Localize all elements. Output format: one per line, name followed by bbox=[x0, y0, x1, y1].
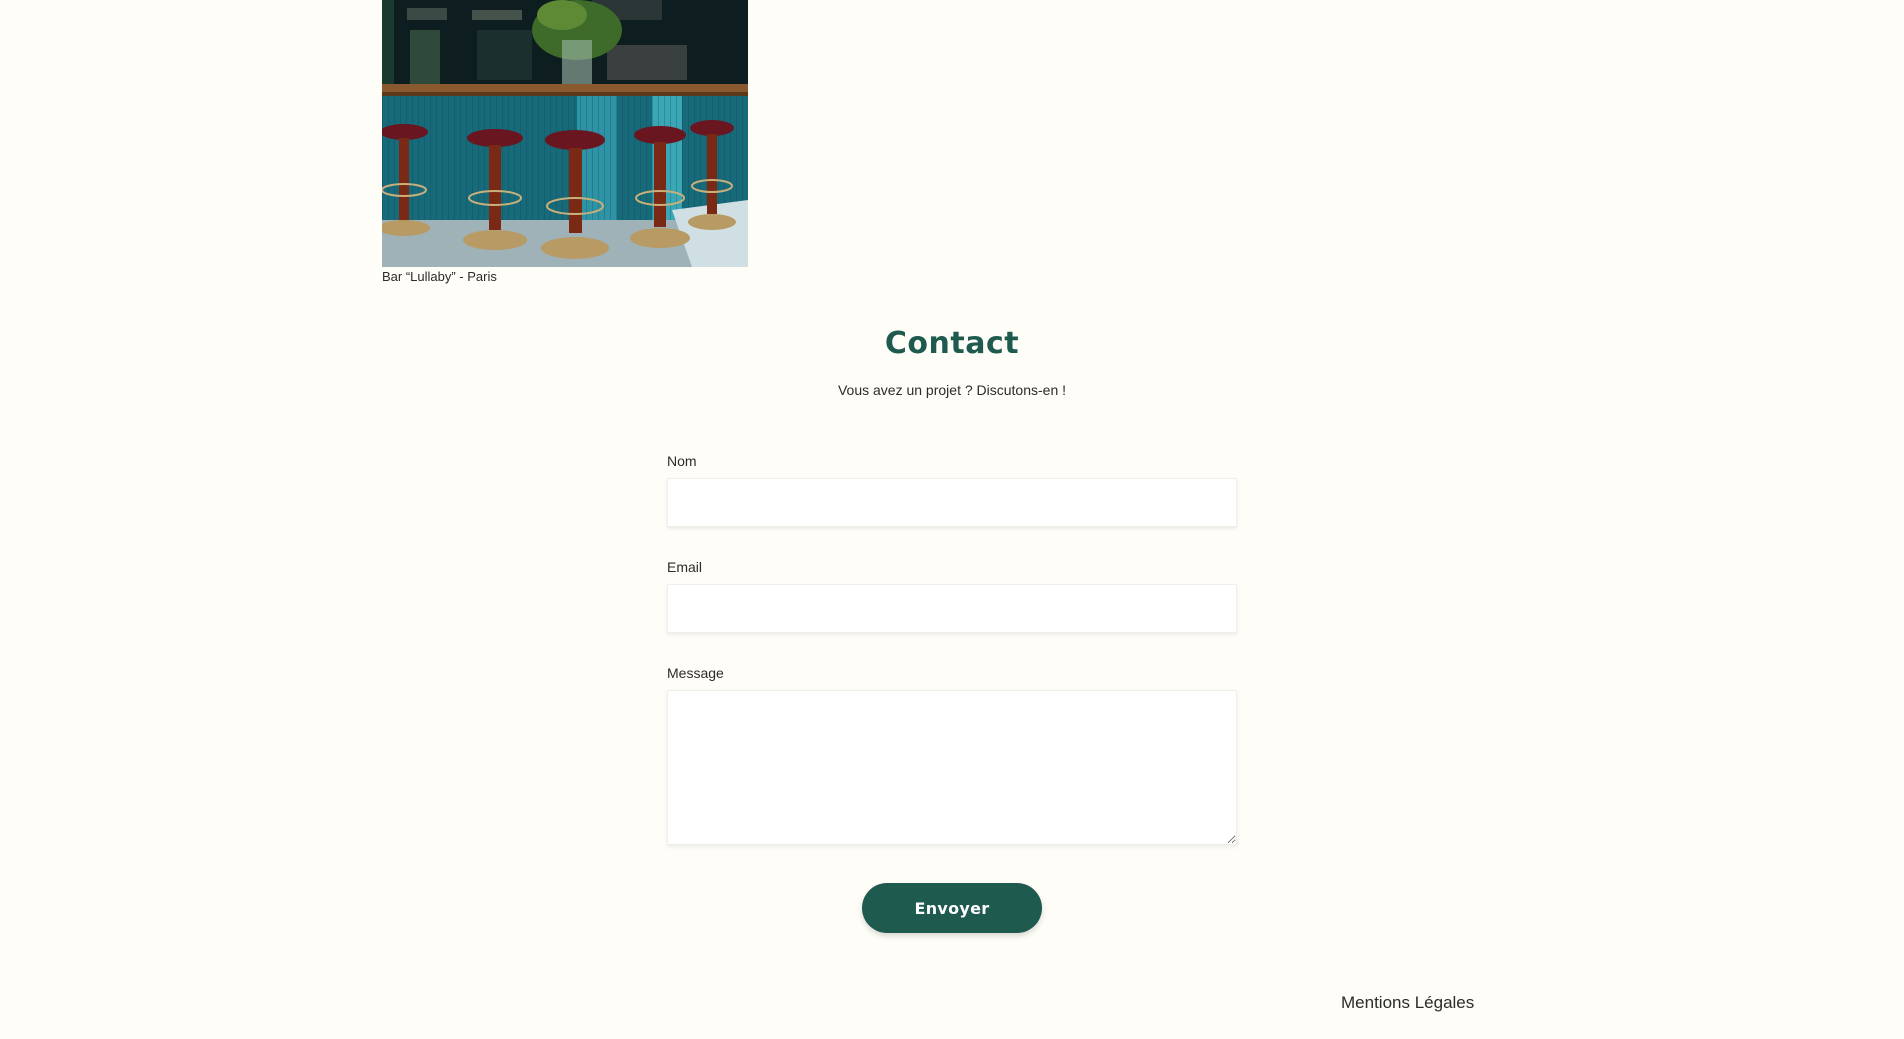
legal-notice-link[interactable]: Mentions Légales bbox=[1341, 993, 1474, 1013]
page: Bar “Lullaby” - Paris Contact Vous avez … bbox=[0, 0, 1904, 1039]
contact-title: Contact bbox=[884, 326, 1020, 361]
email-label: Email bbox=[667, 559, 703, 575]
contact-form: Nom Email Message bbox=[667, 453, 1237, 845]
bar-lullaby-photo bbox=[382, 0, 748, 267]
name-label: Nom bbox=[667, 453, 697, 469]
message-label: Message bbox=[667, 665, 724, 681]
photo-caption: Bar “Lullaby” - Paris bbox=[382, 269, 497, 284]
email-input[interactable] bbox=[667, 584, 1237, 633]
message-textarea[interactable] bbox=[667, 690, 1237, 845]
project-figure: Bar “Lullaby” - Paris bbox=[382, 0, 748, 284]
contact-subtitle: Vous avez un projet ? Discutons-en ! bbox=[837, 382, 1067, 398]
send-button[interactable]: Envoyer bbox=[862, 883, 1042, 933]
name-input[interactable] bbox=[667, 478, 1237, 527]
